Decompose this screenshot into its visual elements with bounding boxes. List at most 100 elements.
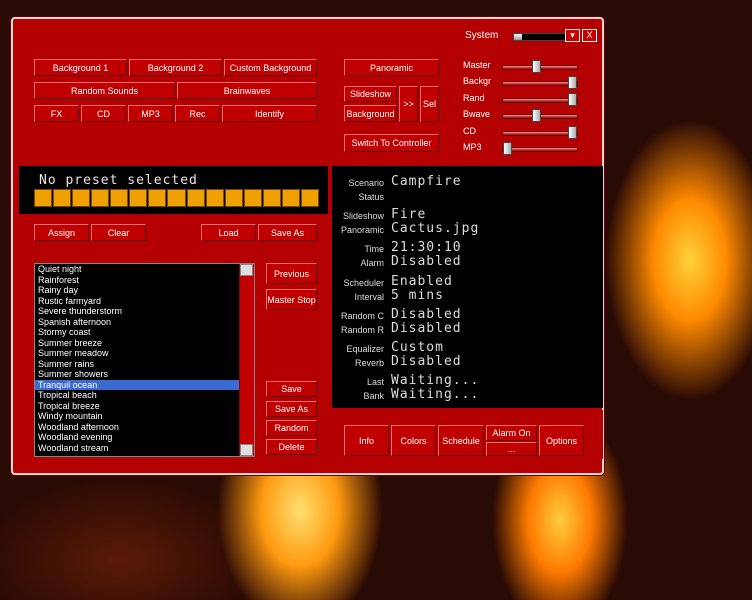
mp3-button[interactable]: MP3 — [128, 105, 173, 122]
slider-thumb-master[interactable] — [532, 60, 541, 73]
preset-slot[interactable] — [224, 189, 243, 207]
alarm-on-button[interactable]: Alarm On — [486, 425, 537, 441]
list-item[interactable]: Woodland evening — [35, 432, 254, 443]
status-label-random-r: Random R — [340, 325, 384, 335]
fx-button[interactable]: FX — [34, 105, 79, 122]
preset-slot[interactable] — [186, 189, 205, 207]
slider-cd[interactable] — [502, 126, 578, 139]
next-button[interactable]: >> — [399, 86, 418, 122]
alarm-more-button[interactable]: ... — [486, 442, 537, 456]
status-label-time: Time — [364, 244, 384, 254]
slider-thumb-mp3[interactable] — [503, 142, 512, 155]
status-label-panoramic: Panoramic — [340, 225, 384, 235]
sel-button[interactable]: Sel — [420, 86, 439, 122]
preset-slot[interactable] — [167, 189, 186, 207]
slider-thumb-backgr[interactable] — [568, 76, 577, 89]
list-item[interactable]: Rustic farmyard — [35, 296, 254, 307]
slideshow-button[interactable]: Slideshow — [344, 86, 397, 102]
list-item[interactable]: Windy mountain — [35, 411, 254, 422]
save-as-preset-button[interactable]: Save As — [258, 224, 317, 241]
slider-thumb-rand[interactable] — [568, 93, 577, 106]
list-item[interactable]: Woodland afternoon — [35, 422, 254, 433]
status-label-slideshow: Slideshow — [342, 211, 384, 221]
status-value-random-c: Disabled — [391, 307, 462, 322]
scroll-up-arrow[interactable] — [240, 264, 253, 276]
save-as-button[interactable]: Save As — [266, 401, 317, 417]
random-button[interactable]: Random — [266, 420, 317, 436]
preset-slot[interactable] — [281, 189, 300, 207]
list-item[interactable]: Stormy coast — [35, 327, 254, 338]
list-item[interactable]: Rainforest — [35, 275, 254, 286]
list-item[interactable]: Severe thunderstorm — [35, 306, 254, 317]
slider-label-master: Master — [463, 60, 491, 70]
preset-list-scrollbar[interactable] — [239, 264, 254, 456]
slider-label-rand: Rand — [463, 93, 485, 103]
close-button[interactable]: X — [582, 29, 597, 42]
preset-slot[interactable] — [262, 189, 281, 207]
status-value-time: 21:30:10 — [391, 240, 462, 255]
status-display: Scenario Campfire Status Slideshow Fire … — [332, 166, 603, 408]
preset-slot[interactable] — [91, 189, 110, 207]
system-volume-meter[interactable] — [513, 33, 567, 41]
previous-button[interactable]: Previous — [266, 263, 317, 284]
status-value-random-r: Disabled — [391, 321, 462, 336]
list-item[interactable]: Rainy day — [35, 285, 254, 296]
cd-button[interactable]: CD — [81, 105, 126, 122]
status-value-slideshow: Fire — [391, 207, 427, 222]
schedule-button[interactable]: Schedule — [438, 425, 484, 456]
list-item[interactable]: Summer showers — [35, 369, 254, 380]
slider-mp3[interactable] — [502, 142, 578, 155]
scroll-down-arrow[interactable] — [240, 444, 253, 456]
delete-button[interactable]: Delete — [266, 439, 317, 455]
status-value-reverb: Disabled — [391, 354, 462, 369]
list-item[interactable]: Woodland stream — [35, 443, 254, 454]
list-item[interactable]: Summer breeze — [35, 338, 254, 349]
custom-background-button[interactable]: Custom Background — [224, 59, 317, 76]
brainwaves-button[interactable]: Brainwaves — [177, 82, 317, 99]
preset-slot[interactable] — [34, 189, 53, 207]
rec-button[interactable]: Rec — [175, 105, 220, 122]
preset-slot[interactable] — [300, 189, 319, 207]
preset-slot[interactable] — [53, 189, 72, 207]
panoramic-button[interactable]: Panoramic — [344, 59, 439, 76]
background1-button[interactable]: Background 1 — [34, 59, 127, 76]
assign-button[interactable]: Assign — [34, 224, 89, 241]
list-item[interactable]: Quiet night — [35, 264, 254, 275]
slider-thumb-cd[interactable] — [568, 126, 577, 139]
list-item[interactable]: Tropical beach — [35, 390, 254, 401]
info-button[interactable]: Info — [344, 425, 389, 456]
options-button[interactable]: Options — [539, 425, 584, 456]
preset-slot[interactable] — [205, 189, 224, 207]
clear-button[interactable]: Clear — [91, 224, 146, 241]
preset-list[interactable]: Quiet night Rainforest Rainy day Rustic far… — [34, 263, 255, 457]
background-button[interactable]: Background — [344, 105, 397, 122]
list-item[interactable]: Summer rains — [35, 359, 254, 370]
slider-rand[interactable] — [502, 93, 578, 106]
status-value-interval: 5 mins — [391, 288, 444, 303]
list-item[interactable]: Spanish afternoon — [35, 317, 254, 328]
colors-button[interactable]: Colors — [391, 425, 436, 456]
load-button[interactable]: Load — [201, 224, 256, 241]
list-item[interactable]: Tropical breeze — [35, 401, 254, 412]
background2-button[interactable]: Background 2 — [129, 59, 222, 76]
slider-backgr[interactable] — [502, 76, 578, 89]
slider-master[interactable] — [502, 60, 578, 73]
identify-button[interactable]: Identify — [222, 105, 317, 122]
preset-slot[interactable] — [72, 189, 91, 207]
list-item[interactable]: Summer meadow — [35, 348, 254, 359]
slider-thumb-bwave[interactable] — [532, 109, 541, 122]
status-label-alarm: Alarm — [360, 258, 384, 268]
switch-controller-button[interactable]: Switch To Controller — [344, 134, 439, 152]
save-button[interactable]: Save — [266, 381, 317, 397]
status-value-panoramic: Cactus.jpg — [391, 221, 480, 236]
slider-bwave[interactable] — [502, 109, 578, 122]
preset-slot[interactable] — [129, 189, 148, 207]
status-value-last: Waiting... — [391, 373, 480, 388]
dropdown-button[interactable]: ▾ — [565, 29, 580, 42]
random-sounds-button[interactable]: Random Sounds — [34, 82, 175, 99]
preset-slot[interactable] — [243, 189, 262, 207]
master-stop-button[interactable]: Master Stop — [266, 289, 317, 310]
preset-slot[interactable] — [148, 189, 167, 207]
preset-slot[interactable] — [110, 189, 129, 207]
list-item[interactable]: Tranquil ocean — [35, 379, 254, 390]
